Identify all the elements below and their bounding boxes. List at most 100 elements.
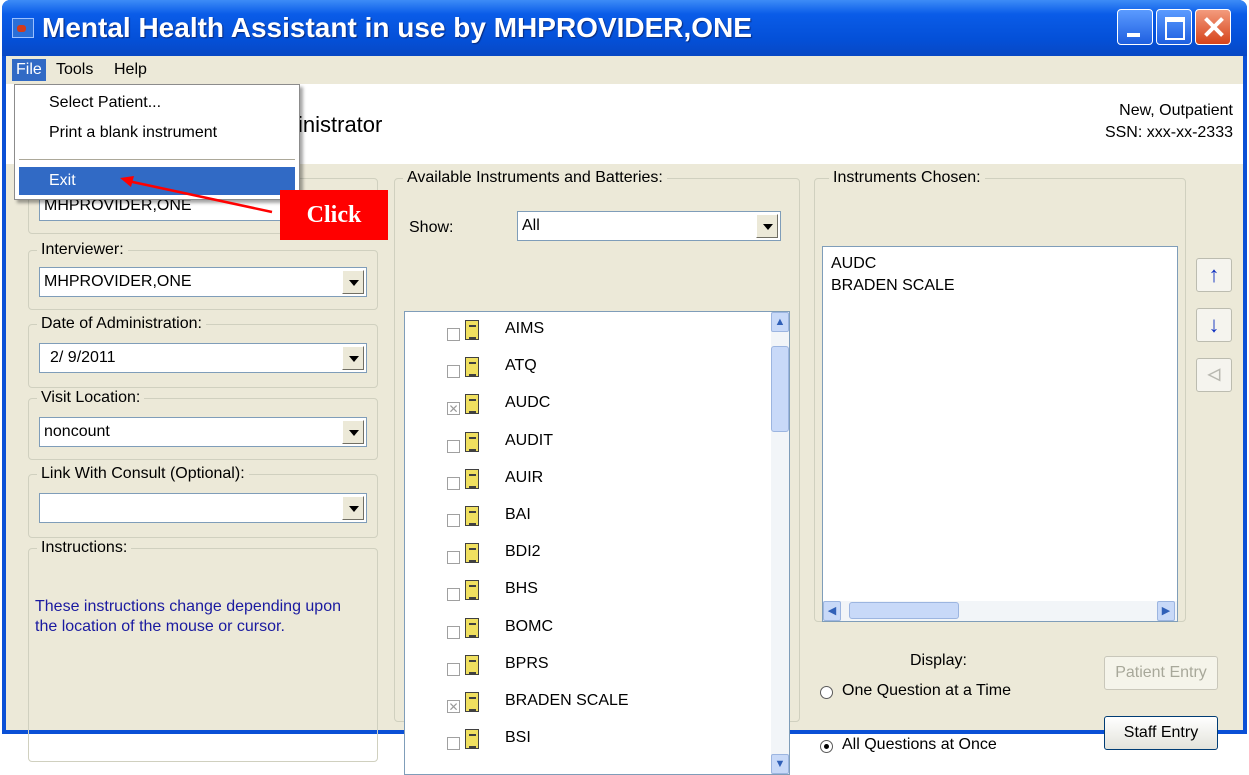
visit-location-select[interactable]: noncount (39, 417, 367, 447)
scroll-down-icon[interactable]: ▼ (771, 754, 789, 774)
instrument-row[interactable]: BOMC (405, 612, 773, 649)
page-title: inistrator (298, 112, 383, 137)
instrument-row[interactable]: AUDIT (405, 426, 773, 463)
show-filter-value: All (522, 217, 540, 234)
instrument-checkbox[interactable]: ✕ (447, 700, 460, 713)
instrument-checkbox[interactable] (447, 662, 460, 676)
app-window: Mental Health Assistant in use by MHPROV… (2, 0, 1247, 775)
instrument-doc-icon (465, 543, 479, 564)
chosen-list[interactable]: AUDC BRADEN SCALE ◀ ▶ (822, 246, 1178, 622)
minimize-icon[interactable] (1117, 9, 1153, 45)
app-icon[interactable] (12, 18, 34, 38)
instrument-checkbox[interactable] (447, 551, 460, 565)
menu-item-select-patient[interactable]: Select Patient... (19, 89, 295, 117)
instrument-row[interactable]: AIMS (405, 314, 773, 351)
instrument-checkbox[interactable] (447, 737, 460, 751)
instrument-checkbox[interactable] (447, 514, 460, 527)
instrument-row[interactable]: BSI (405, 723, 773, 760)
display-label: Display: (910, 652, 967, 669)
instrument-row[interactable]: AUIR (405, 463, 773, 500)
chevron-down-icon[interactable] (342, 346, 364, 370)
h-scroll-thumb[interactable] (849, 602, 959, 619)
instrument-doc-icon (465, 431, 479, 452)
display-options-panel: Display: One Question at a Time All Ques… (818, 628, 1243, 760)
chevron-down-icon[interactable] (342, 270, 364, 294)
instrument-row[interactable]: ✕ AUDC (405, 388, 773, 425)
date-group: Date of Administration: 2/ 9/2011 (28, 315, 378, 388)
remove-arrow-icon[interactable]: ◁ (1196, 358, 1232, 392)
instrument-label: BRADEN SCALE (505, 692, 629, 709)
instrument-label: BDI2 (505, 543, 541, 561)
available-instruments-label: Available Instruments and Batteries: (403, 169, 667, 187)
title-bar[interactable]: Mental Health Assistant in use by MHPROV… (2, 0, 1247, 56)
scroll-thumb[interactable] (771, 346, 789, 432)
instrument-checkbox[interactable]: ✕ (447, 402, 460, 416)
show-filter-select[interactable]: All (517, 211, 781, 241)
date-picker[interactable]: 2/ 9/2011 (39, 343, 367, 373)
menu-divider (19, 159, 295, 161)
annotation-arrow-icon (120, 176, 273, 214)
chevron-down-icon[interactable] (342, 420, 364, 444)
patient-entry-button[interactable]: Patient Entry (1104, 656, 1218, 690)
chosen-item[interactable]: BRADEN SCALE (831, 277, 955, 295)
option-all-questions-label[interactable]: All Questions at Once (842, 736, 997, 754)
instrument-row[interactable]: ✕ BRADEN SCALE (405, 686, 773, 723)
menu-help[interactable]: Help (110, 59, 151, 81)
instrument-doc-icon (465, 729, 479, 750)
patient-ssn: SSN: xxx-xx-2333 (1104, 124, 1233, 141)
instrument-doc-icon (465, 320, 479, 340)
instrument-row[interactable]: BPRS (405, 649, 773, 686)
instrument-row[interactable]: BDI2 (405, 537, 773, 574)
instrument-list[interactable]: AIMS ATQ ✕ AUDC AUDIT AUIR BAI BDI2 BHS BOMC BPRS ✕… (404, 311, 790, 775)
instrument-checkbox[interactable] (447, 328, 460, 341)
option-one-question-label[interactable]: One Question at a Time (842, 682, 1011, 700)
instrument-label: AUDC (505, 394, 551, 412)
move-down-arrow-icon[interactable]: ↓ (1196, 308, 1232, 342)
radio-one-question[interactable] (820, 686, 833, 699)
chosen-label: Instruments Chosen: (829, 169, 985, 187)
interviewer-value: MHPROVIDER,ONE (44, 273, 192, 290)
chevron-down-icon[interactable] (342, 496, 364, 520)
date-label: Date of Administration: (37, 315, 206, 333)
scroll-left-icon[interactable]: ◀ (823, 601, 841, 621)
menu-bar: File Tools Help (6, 56, 1243, 84)
instrument-label: BHS (505, 580, 538, 598)
instrument-label: ATQ (505, 357, 537, 375)
radio-all-questions[interactable] (820, 740, 833, 753)
instrument-row[interactable]: ATQ (405, 351, 773, 388)
instrument-checkbox[interactable] (447, 476, 460, 490)
visit-location-group: Visit Location: noncount (28, 389, 378, 460)
instrument-doc-icon (465, 692, 479, 712)
instrument-checkbox[interactable] (447, 365, 460, 379)
scroll-up-icon[interactable]: ▲ (771, 312, 789, 332)
instrument-label: BSI (505, 729, 531, 747)
move-up-arrow-icon[interactable]: ↑ (1196, 258, 1232, 292)
menu-file[interactable]: File (12, 59, 46, 81)
chosen-item[interactable]: AUDC (831, 255, 876, 273)
vertical-scrollbar[interactable]: ▲ ▼ (771, 312, 789, 774)
instrument-doc-icon (465, 468, 479, 489)
staff-entry-button[interactable]: Staff Entry (1104, 716, 1218, 750)
instrument-checkbox[interactable] (447, 439, 460, 453)
maximize-icon[interactable] (1156, 9, 1192, 45)
instrument-checkbox[interactable] (447, 625, 460, 639)
window-title: Mental Health Assistant in use by MHPROV… (42, 12, 752, 43)
chevron-down-icon[interactable] (756, 214, 778, 238)
scroll-right-icon[interactable]: ▶ (1157, 601, 1175, 621)
instrument-row[interactable]: BHS (405, 574, 773, 611)
instrument-checkbox[interactable] (447, 588, 460, 602)
horizontal-scrollbar[interactable]: ◀ ▶ (823, 601, 1177, 621)
interviewer-group: Interviewer: MHPROVIDER,ONE (28, 241, 378, 310)
instrument-label: AIMS (505, 320, 545, 337)
interviewer-label: Interviewer: (37, 241, 128, 259)
click-callout: Click (280, 190, 388, 240)
instrument-row[interactable]: BAI (405, 500, 773, 537)
menu-tools[interactable]: Tools (52, 59, 97, 81)
consult-select[interactable] (39, 493, 367, 523)
visit-location-value: noncount (44, 423, 110, 440)
instrument-doc-icon (465, 394, 479, 415)
interviewer-select[interactable]: MHPROVIDER,ONE (39, 267, 367, 297)
menu-item-print-blank[interactable]: Print a blank instrument (19, 119, 295, 147)
close-icon[interactable] (1195, 9, 1231, 45)
instrument-label: BOMC (505, 617, 553, 635)
